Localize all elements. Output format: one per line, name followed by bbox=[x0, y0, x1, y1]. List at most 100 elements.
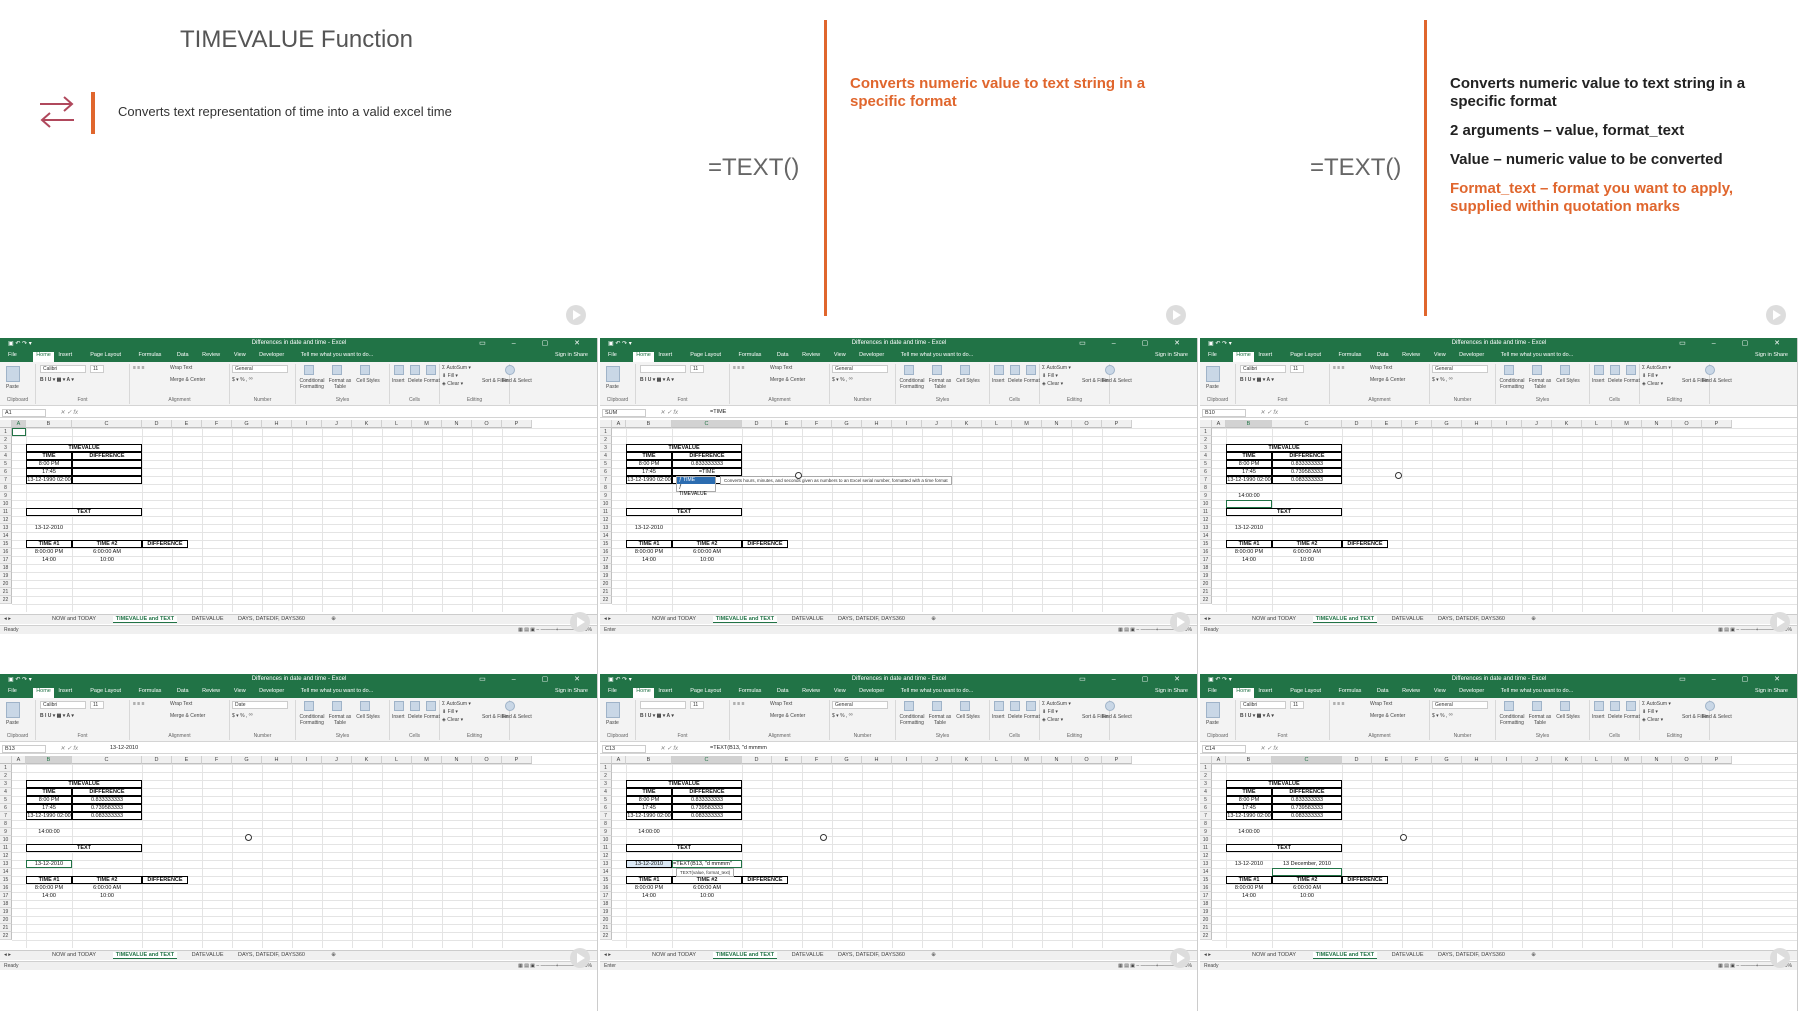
clear-button[interactable]: ◈ Clear ▾ bbox=[442, 717, 463, 723]
row-header[interactable]: 16 bbox=[0, 884, 12, 892]
row-header[interactable]: 8 bbox=[600, 820, 612, 828]
table-cell[interactable]: 10:00 bbox=[1272, 892, 1342, 900]
font-size-box[interactable]: 11 bbox=[690, 701, 704, 709]
table-cell[interactable]: 17:45 bbox=[626, 804, 672, 812]
column-header[interactable]: A bbox=[12, 420, 26, 428]
column-header[interactable]: E bbox=[1372, 420, 1402, 428]
row-header[interactable]: 13 bbox=[0, 860, 12, 868]
column-header[interactable]: I bbox=[292, 756, 322, 764]
number-format-box[interactable]: General bbox=[232, 365, 288, 373]
cells-button[interactable]: Format bbox=[1624, 378, 1640, 384]
autocomplete-list[interactable]: ƒ TIME ƒ TIMEVALUE bbox=[676, 476, 716, 497]
add-sheet-icon[interactable]: ⊕ bbox=[1531, 616, 1536, 622]
table-cell[interactable]: 13-12-1990 02:00 bbox=[26, 812, 72, 820]
style-icon[interactable] bbox=[304, 701, 314, 711]
row-header[interactable]: 12 bbox=[600, 852, 612, 860]
cells-button[interactable]: Delete bbox=[408, 714, 422, 720]
table-cell[interactable]: 0.833333333 bbox=[72, 796, 142, 804]
row-header[interactable]: 17 bbox=[0, 556, 12, 564]
row-header[interactable]: 11 bbox=[0, 508, 12, 516]
wrap-text-button[interactable]: Wrap Text bbox=[1370, 365, 1392, 371]
table-cell[interactable]: 8:00 PM bbox=[26, 796, 72, 804]
column-header[interactable]: L bbox=[982, 420, 1012, 428]
column-header[interactable]: C bbox=[672, 420, 742, 428]
style-button[interactable]: Conditional Formatting bbox=[898, 378, 926, 390]
table-cell[interactable]: 8:00:00 PM bbox=[626, 884, 672, 892]
column-header[interactable]: K bbox=[1552, 756, 1582, 764]
find-select-button[interactable]: Find & Select bbox=[1102, 714, 1132, 720]
row-header[interactable]: 7 bbox=[1200, 476, 1212, 484]
cells-icon[interactable] bbox=[994, 701, 1004, 711]
ribbon-tab[interactable]: Home bbox=[1233, 352, 1254, 362]
align-buttons[interactable]: ≡ ≡ ≡ bbox=[1333, 701, 1345, 707]
column-header[interactable]: E bbox=[772, 420, 802, 428]
cells-button[interactable]: Format bbox=[1624, 714, 1640, 720]
bold-italic-underline[interactable]: B I U ▾ ▦ ▾ A ▾ bbox=[1240, 377, 1274, 383]
table-cell[interactable]: 0.833333333 bbox=[1272, 460, 1342, 468]
row-header[interactable]: 8 bbox=[600, 484, 612, 492]
column-header[interactable]: C bbox=[1272, 756, 1342, 764]
sheet-tab[interactable]: TIMEVALUE and TEXT bbox=[712, 616, 778, 623]
row-header[interactable]: 19 bbox=[1200, 908, 1212, 916]
formula-input[interactable]: =TEXT(B13, "d mmmm bbox=[710, 745, 767, 751]
column-header[interactable]: M bbox=[412, 420, 442, 428]
row-header[interactable]: 3 bbox=[1200, 780, 1212, 788]
column-header[interactable]: P bbox=[1102, 756, 1132, 764]
cells-button[interactable]: Delete bbox=[1008, 378, 1022, 384]
row-header[interactable]: 17 bbox=[600, 892, 612, 900]
row-header[interactable]: 4 bbox=[1200, 788, 1212, 796]
cell-c13[interactable]: 13 December, 2010 bbox=[1272, 860, 1342, 868]
ribbon-tab[interactable]: File bbox=[8, 352, 17, 358]
column-header[interactable]: N bbox=[442, 756, 472, 764]
find-select-button[interactable]: Find & Select bbox=[1702, 378, 1732, 384]
cells-button[interactable]: Format bbox=[424, 378, 440, 384]
style-icon[interactable] bbox=[1560, 365, 1570, 375]
column-header[interactable]: J bbox=[922, 420, 952, 428]
fx-icon[interactable]: ✕ ✓ fx bbox=[60, 745, 78, 752]
autosum-button[interactable]: Σ AutoSum ▾ bbox=[1642, 701, 1671, 707]
merge-center-button[interactable]: Merge & Center bbox=[1370, 713, 1405, 719]
window-controls[interactable]: ▭ – ▢ ✕ bbox=[1679, 675, 1792, 683]
ribbon-tab[interactable]: Insert bbox=[658, 352, 672, 358]
row-header[interactable]: 9 bbox=[0, 828, 12, 836]
table-cell[interactable]: 0.739583333 bbox=[1272, 468, 1342, 476]
column-header[interactable]: O bbox=[1672, 420, 1702, 428]
row-header[interactable]: 7 bbox=[0, 812, 12, 820]
name-box[interactable]: SUM bbox=[602, 409, 646, 417]
column-header[interactable]: N bbox=[1642, 420, 1672, 428]
row-header[interactable]: 18 bbox=[1200, 900, 1212, 908]
row-header[interactable]: 1 bbox=[0, 428, 12, 436]
number-format-box[interactable]: Date bbox=[232, 701, 288, 709]
ribbon-tab[interactable]: Data bbox=[177, 688, 189, 694]
column-header[interactable]: C bbox=[72, 756, 142, 764]
autocomplete-item[interactable]: ƒ TIME bbox=[677, 477, 715, 484]
wrap-text-button[interactable]: Wrap Text bbox=[1370, 701, 1392, 707]
add-sheet-icon[interactable]: ⊕ bbox=[931, 952, 936, 958]
wrap-text-button[interactable]: Wrap Text bbox=[770, 365, 792, 371]
style-button[interactable]: Cell Styles bbox=[954, 378, 982, 384]
column-header[interactable]: A bbox=[1212, 420, 1226, 428]
column-header[interactable]: F bbox=[1402, 420, 1432, 428]
column-header[interactable]: N bbox=[1642, 756, 1672, 764]
fx-icon[interactable]: ✕ ✓ fx bbox=[1260, 745, 1278, 752]
row-header[interactable]: 8 bbox=[0, 820, 12, 828]
font-name-box[interactable]: Calibri bbox=[1240, 365, 1286, 373]
row-header[interactable]: 20 bbox=[600, 580, 612, 588]
ribbon-tab[interactable]: Data bbox=[777, 688, 789, 694]
sheet-tab[interactable]: DATEVALUE bbox=[192, 952, 224, 958]
row-header[interactable]: 5 bbox=[600, 460, 612, 468]
paste-icon[interactable] bbox=[606, 702, 620, 718]
table-cell[interactable]: 8:00:00 PM bbox=[1226, 884, 1272, 892]
table-cell[interactable]: 0.083333333 bbox=[1272, 812, 1342, 820]
table-cell[interactable]: 17:45 bbox=[26, 468, 72, 476]
play-icon[interactable] bbox=[1166, 305, 1186, 325]
ribbon-tab[interactable]: Insert bbox=[58, 688, 72, 694]
style-button[interactable]: Format as Table bbox=[926, 714, 954, 726]
ribbon-tab[interactable]: Developer bbox=[259, 688, 284, 694]
wrap-text-button[interactable]: Wrap Text bbox=[770, 701, 792, 707]
row-header[interactable]: 22 bbox=[0, 596, 12, 604]
cells-button[interactable]: Delete bbox=[1008, 714, 1022, 720]
ribbon-tab[interactable]: File bbox=[8, 688, 17, 694]
style-icon[interactable] bbox=[332, 701, 342, 711]
ribbon-tab[interactable]: Formulas bbox=[739, 688, 762, 694]
